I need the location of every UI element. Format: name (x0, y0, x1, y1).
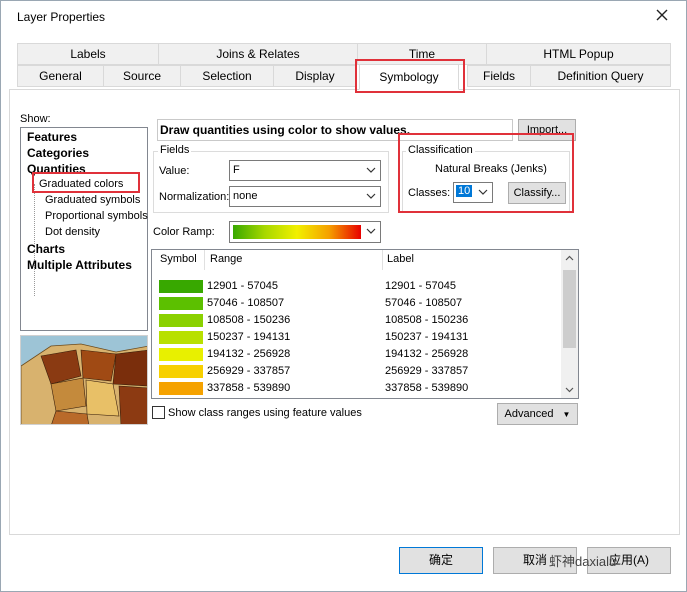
class-symbol-swatch[interactable] (158, 364, 204, 379)
show-label: Show: (20, 113, 51, 125)
tree-connector (34, 184, 35, 296)
tree-item-proportional-symbols[interactable]: Proportional symbols (45, 210, 148, 222)
show-class-ranges-label: Show class ranges using feature values (168, 407, 362, 419)
advanced-label: Advanced (504, 408, 554, 420)
class-row[interactable]: 108508 - 150236 108508 - 150236 (152, 312, 562, 329)
color-ramp-swatch (233, 225, 361, 239)
class-symbol-swatch[interactable] (158, 296, 204, 311)
tab-source[interactable]: Source (103, 65, 181, 87)
class-range[interactable]: 150237 - 194131 (207, 331, 290, 343)
scroll-down-icon[interactable] (564, 384, 575, 395)
class-label[interactable]: 194132 - 256928 (385, 348, 468, 360)
preview-map-image (20, 335, 148, 425)
class-row[interactable]: 194132 - 256928 194132 - 256928 (152, 346, 562, 363)
class-symbol-swatch[interactable] (158, 279, 204, 294)
tab-general[interactable]: General (17, 65, 104, 87)
tab-selection[interactable]: Selection (180, 65, 274, 87)
normalization-label: Normalization: (159, 191, 230, 203)
dropdown-arrow-icon: ▼ (562, 410, 571, 419)
tree-item-multiple-attributes[interactable]: Multiple Attributes (27, 258, 132, 272)
class-range[interactable]: 12901 - 57045 (207, 280, 278, 292)
class-symbol-swatch[interactable] (158, 347, 204, 362)
tree-item-features[interactable]: Features (27, 130, 77, 144)
class-symbol-swatch[interactable] (158, 381, 204, 396)
class-label[interactable]: 12901 - 57045 (385, 280, 456, 292)
advanced-button[interactable]: Advanced ▼ (497, 403, 578, 425)
class-range[interactable]: 194132 - 256928 (207, 348, 290, 360)
value-field-select[interactable]: F (229, 160, 381, 181)
normalization-selected: none (233, 190, 258, 202)
tree-item-categories[interactable]: Categories (27, 146, 89, 160)
value-field-selected: F (233, 164, 240, 176)
class-row[interactable]: 539891 - 808616539891 - 808616 (152, 397, 562, 399)
show-class-ranges-checkbox[interactable] (152, 406, 165, 419)
title-bar: Layer Properties (1, 1, 686, 32)
highlight-symbology-tab (355, 59, 465, 93)
highlight-graduated-colors (32, 172, 140, 193)
class-label[interactable]: 57046 - 108507 (385, 297, 462, 309)
header-symbol[interactable]: Symbol (160, 253, 197, 265)
header-range[interactable]: Range (210, 253, 242, 265)
class-range[interactable]: 337858 - 539890 (207, 382, 290, 394)
class-range[interactable]: 108508 - 150236 (207, 314, 290, 326)
tree-item-graduated-symbols[interactable]: Graduated symbols (45, 194, 140, 206)
tab-html-popup[interactable]: HTML Popup (486, 43, 671, 65)
normalization-select[interactable]: none (229, 186, 381, 207)
fields-group-title: Fields (158, 144, 192, 156)
class-row[interactable]: 337858 - 539890 337858 - 539890 (152, 380, 562, 397)
class-symbol-swatch[interactable] (158, 313, 204, 328)
watermark: 虾神daxialu (549, 554, 617, 569)
color-ramp-select[interactable] (229, 221, 381, 243)
tab-definition-query[interactable]: Definition Query (530, 65, 671, 87)
show-tree: Features Categories Quantities Graduated… (20, 127, 148, 331)
class-list[interactable]: Symbol Range Label 12901 - 57045 12901 - … (151, 249, 579, 399)
class-symbol-swatch[interactable] (158, 330, 204, 345)
tree-item-charts[interactable]: Charts (27, 242, 65, 256)
tab-labels[interactable]: Labels (17, 43, 159, 65)
tab-joins-relates[interactable]: Joins & Relates (158, 43, 358, 65)
chevron-down-icon (366, 167, 376, 173)
class-range[interactable]: 57046 - 108507 (207, 297, 284, 309)
header-label[interactable]: Label (387, 253, 414, 265)
scroll-up-icon[interactable] (564, 253, 575, 264)
class-range[interactable]: 256929 - 337857 (207, 365, 290, 377)
class-row[interactable]: 256929 - 337857 256929 - 337857 (152, 363, 562, 380)
header-divider (382, 250, 383, 270)
class-label[interactable]: 108508 - 150236 (385, 314, 468, 326)
layer-properties-dialog: Layer Properties Labels Joins & Relates … (0, 0, 687, 592)
class-row[interactable]: 150237 - 194131 150237 - 194131 (152, 329, 562, 346)
class-row[interactable]: 12901 - 57045 12901 - 57045 (152, 278, 562, 295)
class-list-header: Symbol Range Label (152, 250, 578, 270)
tree-item-dot-density[interactable]: Dot density (45, 226, 100, 238)
class-label[interactable]: 337858 - 539890 (385, 382, 468, 394)
close-icon[interactable] (654, 7, 670, 23)
tab-display[interactable]: Display (273, 65, 357, 87)
tab-fields[interactable]: Fields (467, 65, 531, 87)
scrollbar-thumb[interactable] (563, 270, 576, 348)
window-title: Layer Properties (17, 10, 106, 24)
class-symbol-swatch[interactable] (158, 398, 204, 399)
value-label: Value: (159, 165, 190, 177)
chevron-down-icon (366, 228, 376, 234)
ok-button[interactable]: 确定 (399, 547, 483, 574)
class-list-scrollbar[interactable] (561, 250, 578, 398)
highlight-classification (398, 133, 574, 213)
header-divider (204, 250, 205, 270)
class-row[interactable]: 57046 - 108507 57046 - 108507 (152, 295, 562, 312)
class-label[interactable]: 256929 - 337857 (385, 365, 468, 377)
color-ramp-label: Color Ramp: (153, 226, 215, 238)
class-label[interactable]: 150237 - 194131 (385, 331, 468, 343)
chevron-down-icon (366, 193, 376, 199)
